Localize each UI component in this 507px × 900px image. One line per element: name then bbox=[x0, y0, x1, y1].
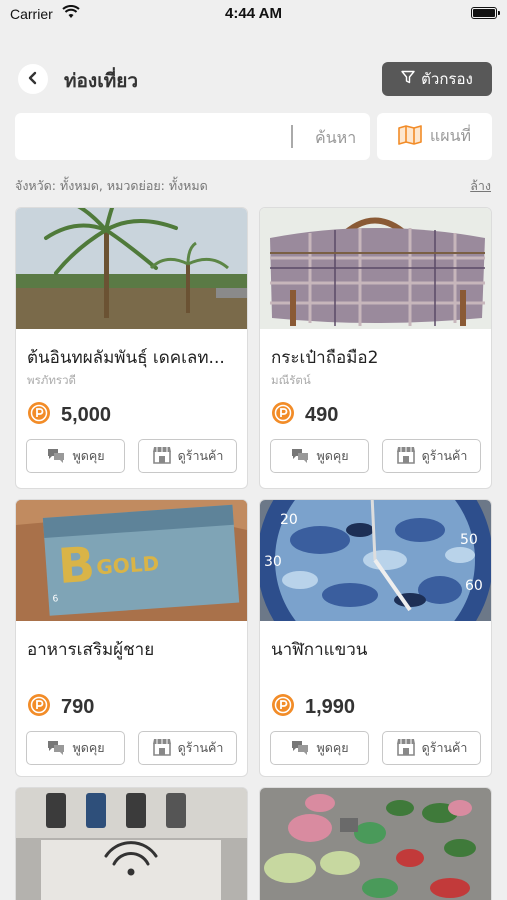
filter-button[interactable]: ตัวกรอง bbox=[382, 62, 492, 96]
box-brand-letter: B bbox=[56, 537, 96, 595]
price-row: 490 bbox=[271, 401, 338, 429]
search-divider bbox=[291, 125, 293, 148]
chat-button-label: พูดคุย bbox=[72, 740, 105, 755]
filter-button-label: ตัวกรอง bbox=[421, 70, 473, 88]
product-card[interactable] bbox=[259, 787, 492, 900]
product-name: นาฬิกาแขวน bbox=[271, 640, 368, 660]
chat-icon bbox=[46, 739, 66, 758]
store-icon bbox=[396, 446, 416, 467]
svg-text:30: 30 bbox=[264, 554, 282, 570]
product-price: 5,000 bbox=[61, 403, 112, 426]
shop-button-label: ดูร้านค้า bbox=[421, 448, 468, 463]
search-bar: ค้นหา bbox=[15, 113, 370, 160]
back-button[interactable] bbox=[18, 64, 48, 94]
coin-icon bbox=[27, 401, 51, 429]
shop-button-label: ดูร้านค้า bbox=[421, 740, 468, 755]
shop-button[interactable]: ดูร้านค้า bbox=[138, 731, 237, 765]
product-price: 1,990 bbox=[305, 695, 356, 718]
product-card[interactable]: กระเป๋าถือมือ2 มณีรัตน์ 490 พูดคุย ดูร้า… bbox=[259, 207, 492, 489]
shop-button-label: ดูร้านค้า bbox=[177, 448, 224, 463]
chat-button[interactable]: พูดคุย bbox=[270, 731, 369, 765]
chat-button[interactable]: พูดคุย bbox=[26, 731, 125, 765]
seller-name: พรภัทรวดี bbox=[27, 373, 77, 387]
page-title: ท่องเที่ยว bbox=[64, 70, 139, 92]
product-image-supplement-box: B GOLD 6 bbox=[16, 500, 247, 621]
search-input[interactable] bbox=[25, 121, 275, 151]
product-image-wall-clock: 20 30 60 50 bbox=[260, 500, 491, 621]
product-name: กระเป๋าถือมือ2 bbox=[271, 348, 379, 368]
seller-name: มณีรัตน์ bbox=[271, 373, 311, 387]
chat-button-label: พูดคุย bbox=[72, 448, 105, 463]
product-price: 490 bbox=[305, 403, 339, 426]
status-bar: Carrier 4:44 AM bbox=[0, 0, 507, 30]
chat-button[interactable]: พูดคุย bbox=[270, 439, 369, 473]
product-image-phone-accessories bbox=[16, 788, 247, 900]
clock: 4:44 AM bbox=[225, 5, 282, 22]
store-icon bbox=[152, 738, 172, 759]
product-name: ต้นอินทผลัมพันธุ์ เดคเลท... bbox=[27, 348, 225, 368]
box-brand-text: GOLD bbox=[96, 551, 160, 579]
chat-icon bbox=[290, 447, 310, 466]
chat-button-label: พูดคุย bbox=[316, 448, 349, 463]
product-card[interactable]: 20 30 60 50 นาฬิกาแขวน 1,990 พูดคุย ดูร้… bbox=[259, 499, 492, 777]
price-row: 1,990 bbox=[271, 693, 355, 721]
product-price: 790 bbox=[61, 695, 95, 718]
store-icon bbox=[396, 738, 416, 759]
clock-numeral: 20 bbox=[280, 512, 298, 528]
product-card[interactable]: ต้นอินทผลัมพันธุ์ เดคเลท... พรภัทรวดี 5,… bbox=[15, 207, 248, 489]
shop-button-label: ดูร้านค้า bbox=[177, 740, 224, 755]
price-row: 5,000 bbox=[27, 401, 111, 429]
price-row: 790 bbox=[27, 693, 94, 721]
filter-summary: จังหวัด: ทั้งหมด, หมวดย่อย: ทั้งหมด bbox=[15, 178, 208, 193]
clear-filter-link[interactable]: ล้าง bbox=[470, 176, 491, 196]
chat-icon bbox=[46, 447, 66, 466]
shop-button[interactable]: ดูร้านค้า bbox=[138, 439, 237, 473]
product-image-palm-trees bbox=[16, 208, 247, 329]
chat-icon bbox=[290, 739, 310, 758]
svg-text:6: 6 bbox=[52, 594, 59, 604]
product-image-potted-plants bbox=[260, 788, 491, 900]
coin-icon bbox=[27, 693, 51, 721]
product-card[interactable]: B GOLD 6 อาหารเสริมผู้ชาย 790 พูดคุย ดูร… bbox=[15, 499, 248, 777]
map-button[interactable]: แผนที่ bbox=[377, 113, 492, 160]
funnel-icon bbox=[401, 70, 415, 88]
chat-button-label: พูดคุย bbox=[316, 740, 349, 755]
store-icon bbox=[152, 446, 172, 467]
coin-icon bbox=[271, 693, 295, 721]
product-card[interactable] bbox=[15, 787, 248, 900]
search-button[interactable]: ค้นหา bbox=[315, 126, 356, 151]
product-image-plaid-bag bbox=[260, 208, 491, 329]
chat-button[interactable]: พูดคุย bbox=[26, 439, 125, 473]
shop-button[interactable]: ดูร้านค้า bbox=[382, 731, 481, 765]
svg-text:60: 60 bbox=[465, 578, 483, 594]
coin-icon bbox=[271, 401, 295, 429]
chevron-left-icon bbox=[26, 70, 40, 89]
map-icon bbox=[398, 124, 422, 149]
shop-button[interactable]: ดูร้านค้า bbox=[382, 439, 481, 473]
map-button-label: แผนที่ bbox=[429, 126, 472, 145]
battery-icon bbox=[471, 7, 500, 19]
svg-text:50: 50 bbox=[460, 532, 478, 548]
product-name: อาหารเสริมผู้ชาย bbox=[27, 640, 155, 660]
